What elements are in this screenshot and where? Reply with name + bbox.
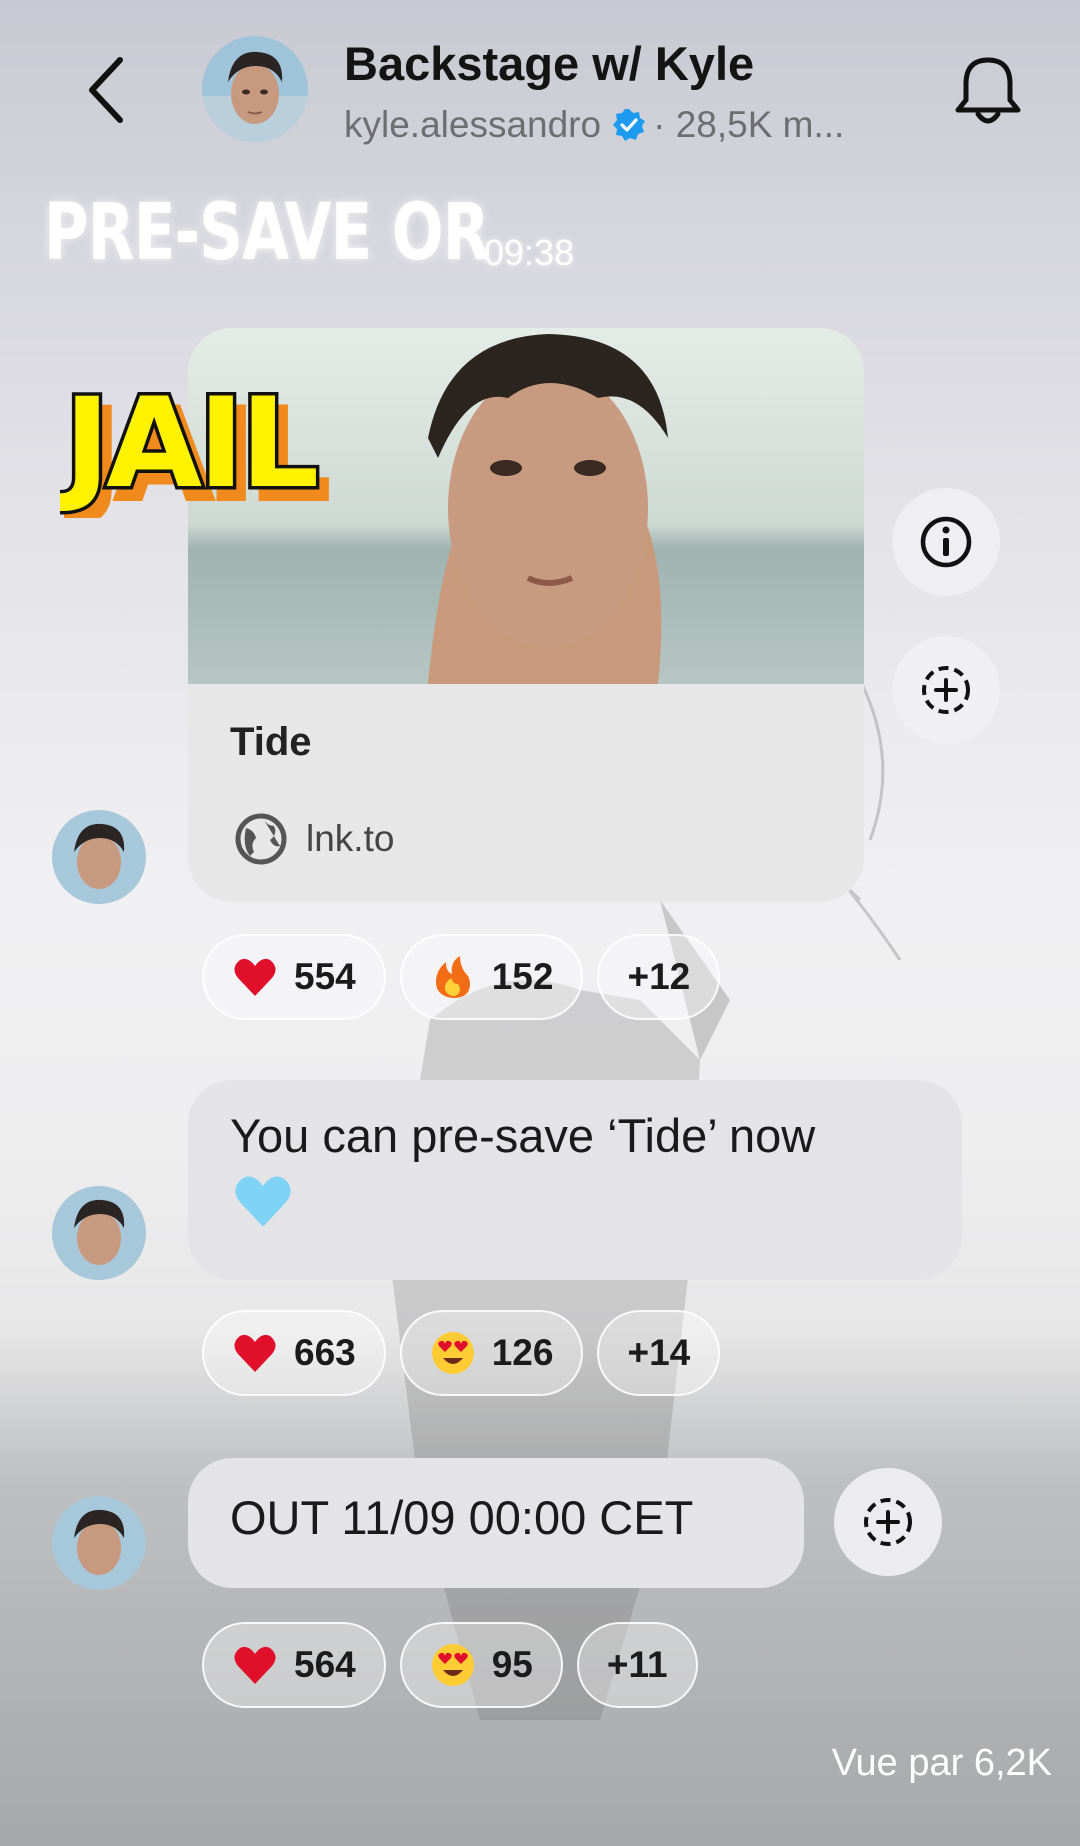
reaction-heart[interactable]: 554 — [202, 934, 386, 1020]
channel-avatar[interactable] — [202, 36, 308, 142]
seen-by-count[interactable]: Vue par 6,2K — [832, 1742, 1052, 1785]
add-reaction-icon — [864, 1498, 912, 1546]
reaction-count: 95 — [491, 1644, 533, 1685]
light-blue-heart-icon — [235, 1176, 291, 1227]
member-count: · 28,5K m... — [653, 104, 845, 145]
sender-avatar[interactable] — [52, 1496, 146, 1590]
back-icon[interactable] — [78, 50, 138, 130]
message-time: 09:38 — [484, 232, 575, 273]
reaction-count: 554 — [294, 956, 356, 997]
message-text: OUT 11/09 00:00 CET — [230, 1491, 694, 1544]
sender-avatar[interactable] — [52, 810, 146, 904]
info-button[interactable] — [892, 488, 1000, 596]
link-domain: lnk.to — [306, 818, 395, 859]
jail-sticker-text: JAIL — [60, 372, 316, 516]
reaction-more-count: +11 — [606, 1644, 668, 1685]
pre-save-sticker: PRE-SAVE OR — [44, 188, 490, 278]
reaction-row: 554 152 +12 — [202, 934, 721, 1020]
info-icon — [920, 516, 972, 568]
add-reaction-button[interactable] — [892, 636, 1000, 744]
red-heart-icon — [234, 1646, 276, 1684]
reaction-row: 663 126 +14 — [202, 1310, 721, 1396]
reaction-more[interactable]: +14 — [597, 1310, 721, 1396]
reaction-heart-eyes[interactable]: 95 — [399, 1622, 563, 1708]
link-title: Tide — [230, 720, 312, 764]
fire-icon — [435, 956, 470, 998]
add-reaction-button[interactable] — [834, 1468, 942, 1576]
sender-avatar[interactable] — [52, 1186, 146, 1280]
message-bubble[interactable]: You can pre-save ‘Tide’ now — [188, 1080, 962, 1280]
reaction-count: 126 — [491, 1332, 554, 1373]
reaction-more[interactable]: +11 — [576, 1622, 698, 1708]
reaction-count: 564 — [294, 1644, 356, 1685]
verified-badge-icon — [613, 109, 646, 141]
reaction-more[interactable]: +12 — [597, 934, 721, 1020]
globe-icon — [235, 813, 287, 865]
reaction-heart-eyes[interactable]: 126 — [399, 1310, 584, 1396]
message-bubble[interactable]: OUT 11/09 00:00 CET — [188, 1458, 804, 1588]
reaction-fire[interactable]: 152 — [399, 934, 584, 1020]
reaction-more-count: +12 — [627, 956, 691, 997]
message-text: You can pre-save ‘Tide’ now — [230, 1109, 816, 1162]
reaction-more-count: +14 — [627, 1332, 691, 1373]
channel-title[interactable]: Backstage w/ Kyle — [344, 36, 754, 91]
reaction-row: 564 95 +11 — [202, 1622, 698, 1708]
reaction-count: 152 — [491, 956, 554, 997]
red-heart-icon — [234, 958, 276, 996]
jail-sticker: JAIL JAIL — [60, 369, 333, 519]
heart-eyes-icon — [431, 1644, 474, 1686]
reaction-count: 663 — [294, 1332, 356, 1373]
link-domain-row: lnk.to — [234, 812, 394, 866]
reaction-heart[interactable]: 564 — [202, 1622, 386, 1708]
channel-username: kyle.alessandro — [344, 104, 602, 145]
red-heart-icon — [234, 1334, 276, 1372]
reaction-heart[interactable]: 663 — [202, 1310, 386, 1396]
heart-eyes-icon — [431, 1332, 474, 1374]
bell-icon[interactable] — [950, 52, 1026, 128]
add-reaction-icon — [922, 666, 970, 714]
channel-subtitle[interactable]: kyle.alessandro · 28,5K m... — [344, 104, 844, 146]
